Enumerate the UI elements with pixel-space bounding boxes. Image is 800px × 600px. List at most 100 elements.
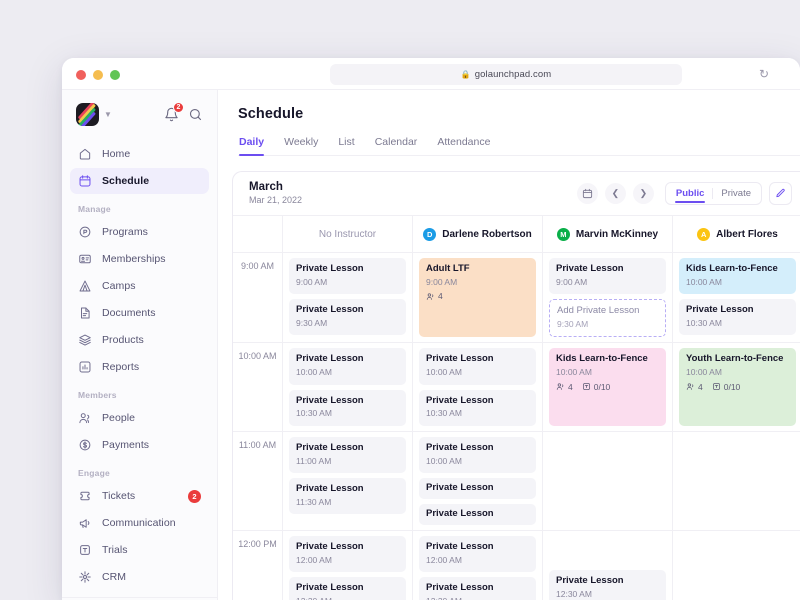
grid-cell[interactable]: Private Lesson 9:00 AM Add Private Lesson 9… bbox=[542, 253, 672, 343]
sidebar-item-schedule[interactable]: Schedule bbox=[70, 168, 209, 194]
event-card[interactable]: Private Lesson bbox=[419, 503, 536, 525]
sidebar-item-payments[interactable]: Payments bbox=[70, 432, 209, 458]
document-icon bbox=[78, 306, 92, 320]
grid-cell[interactable] bbox=[672, 431, 800, 530]
grid-column-header[interactable]: A Albert Flores bbox=[672, 216, 800, 252]
grid-corner-cell bbox=[233, 216, 282, 252]
event-title: Private Lesson bbox=[296, 540, 364, 552]
grid-cell[interactable]: Private Lesson 11:00 AM Private Lesson 11:3… bbox=[282, 431, 412, 530]
grid-cell[interactable]: Private Lesson 10:00 AM Private Lesson 10:3… bbox=[282, 343, 412, 431]
chevron-down-icon[interactable]: ▼ bbox=[104, 110, 112, 119]
notifications-icon[interactable]: 2 bbox=[164, 101, 184, 122]
add-lesson-placeholder[interactable]: Add Private Lesson 9:30 AM bbox=[549, 299, 666, 338]
calendar-icon[interactable] bbox=[576, 183, 598, 204]
segment-private[interactable]: Private bbox=[713, 183, 759, 204]
event-card[interactable]: Private Lesson 11:30 AM bbox=[289, 477, 406, 515]
event-card[interactable]: Private Lesson 10:00 AM bbox=[289, 348, 406, 385]
event-time: 10:30 AM bbox=[686, 318, 722, 329]
grid-cell[interactable]: Youth Learn-to-Fence 10:00 AM 4 0/10 bbox=[672, 343, 800, 431]
event-card[interactable]: Private Lesson 12:30 AM bbox=[549, 569, 666, 600]
event-time: 10:00 AM bbox=[686, 367, 722, 378]
time-label: 9:00 AM bbox=[240, 261, 275, 271]
grid-cell[interactable]: Private Lesson 10:00 AM Private Lesson Priv… bbox=[412, 431, 542, 530]
grid-column-header[interactable]: M Marvin McKinney bbox=[542, 216, 672, 252]
event-card[interactable]: Adult LTF 9:00 AM 4 bbox=[419, 258, 536, 338]
reload-icon[interactable]: ↻ bbox=[756, 66, 772, 82]
event-card[interactable]: Private Lesson 9:00 AM bbox=[289, 258, 406, 295]
grid-cell[interactable]: Private Lesson 12:00 AM Private Lesson 12:3… bbox=[412, 530, 542, 600]
search-icon[interactable] bbox=[188, 107, 203, 122]
sidebar-nav: Home Schedule Manage Programs Memberships Cam… bbox=[62, 138, 217, 600]
grid-cell[interactable] bbox=[672, 530, 800, 600]
event-card[interactable]: Private Lesson bbox=[419, 477, 536, 499]
tent-icon bbox=[78, 279, 92, 293]
event-title: Private Lesson bbox=[556, 263, 624, 274]
event-card[interactable]: Private Lesson 12:30 AM bbox=[419, 576, 536, 600]
event-title: Private Lesson bbox=[686, 304, 754, 316]
sidebar-item-documents[interactable]: Documents bbox=[70, 300, 209, 326]
minimize-window-button[interactable] bbox=[93, 70, 103, 80]
sidebar-item-label: Programs bbox=[102, 226, 148, 238]
sidebar-item-products[interactable]: Products bbox=[70, 327, 209, 353]
grid-cell[interactable] bbox=[542, 431, 672, 530]
event-title: Private Lesson bbox=[556, 574, 624, 586]
event-card[interactable]: Private Lesson 10:00 AM bbox=[419, 348, 536, 385]
tab-list[interactable]: List bbox=[338, 136, 354, 155]
sidebar-item-label: CRM bbox=[102, 571, 127, 583]
grid-column-header[interactable]: No Instructor bbox=[282, 216, 412, 252]
event-card[interactable]: Private Lesson 10:00 AM bbox=[419, 436, 536, 473]
event-card[interactable]: Private Lesson 12:00 AM bbox=[419, 535, 536, 572]
grid-cell[interactable]: Private Lesson 12:00 AM Private Lesson 12:3… bbox=[282, 530, 412, 600]
sidebar-item-programs[interactable]: Programs bbox=[70, 219, 209, 245]
grid-cell[interactable]: Private Lesson 12:30 AM bbox=[542, 530, 672, 600]
sidebar-item-home[interactable]: Home bbox=[70, 141, 209, 167]
notification-badge: 2 bbox=[173, 101, 184, 113]
event-card[interactable]: Private Lesson 10:30 AM bbox=[419, 389, 536, 426]
grid-cell[interactable]: Private Lesson 9:00 AM Private Lesson 9:30 … bbox=[282, 253, 412, 343]
tab-daily[interactable]: Daily bbox=[239, 136, 265, 156]
date-label: Mar 21, 2022 bbox=[249, 194, 303, 205]
event-card[interactable]: Kids Learn-to-Fence 10:00 AM 4 0/10 bbox=[549, 348, 666, 426]
sidebar-item-people[interactable]: People bbox=[70, 405, 209, 431]
sidebar-item-memberships[interactable]: Memberships bbox=[70, 246, 209, 272]
tab-attendance[interactable]: Attendance bbox=[437, 136, 490, 155]
grid-cell[interactable]: Private Lesson 10:00 AM Private Lesson 10:3… bbox=[412, 343, 542, 431]
address-bar[interactable]: 🔒 golaunchpad.com bbox=[330, 64, 682, 85]
sidebar-item-label: Payments bbox=[102, 439, 150, 451]
event-card[interactable]: Private Lesson 12:30 AM bbox=[289, 576, 406, 600]
event-title: Private Lesson bbox=[296, 353, 364, 365]
grid-column-header[interactable]: D Darlene Robertson bbox=[412, 216, 542, 252]
grid-cell[interactable]: Kids Learn-to-Fence 10:00 AM Private Lesso… bbox=[672, 253, 800, 343]
launchpad-logo[interactable] bbox=[76, 102, 99, 126]
sidebar-item-label: Schedule bbox=[102, 175, 150, 187]
sidebar-item-camps[interactable]: Camps bbox=[70, 273, 209, 299]
close-window-button[interactable] bbox=[76, 70, 86, 80]
sidebar-item-reports[interactable]: Reports bbox=[70, 354, 209, 380]
grid-cell[interactable]: Adult LTF 9:00 AM 4 bbox=[412, 253, 542, 343]
segment-public[interactable]: Public bbox=[668, 183, 713, 204]
event-card[interactable]: Private Lesson 11:00 AM bbox=[289, 436, 406, 473]
event-card[interactable]: Private Lesson 9:30 AM bbox=[289, 299, 406, 336]
sidebar-item-crm[interactable]: CRM bbox=[70, 564, 209, 590]
event-card[interactable]: Private Lesson 10:30 AM bbox=[679, 299, 796, 336]
tab-calendar[interactable]: Calendar bbox=[375, 136, 418, 155]
event-title: Private Lesson bbox=[296, 482, 364, 494]
maximize-window-button[interactable] bbox=[110, 70, 120, 80]
event-card[interactable]: Youth Learn-to-Fence 10:00 AM 4 0/10 bbox=[679, 348, 796, 426]
pencil-icon[interactable] bbox=[769, 182, 792, 205]
event-card[interactable]: Private Lesson 12:00 AM bbox=[289, 535, 406, 572]
event-title: Private Lesson bbox=[426, 507, 494, 519]
event-card[interactable]: Kids Learn-to-Fence 10:00 AM bbox=[679, 258, 796, 295]
event-title: Private Lesson bbox=[296, 394, 364, 406]
event-card[interactable]: Private Lesson 10:30 AM bbox=[289, 389, 406, 426]
chevron-right-icon[interactable]: ❯ bbox=[632, 183, 654, 204]
sidebar-item-communication[interactable]: Communication bbox=[70, 510, 209, 536]
event-card[interactable]: Private Lesson 9:00 AM bbox=[549, 258, 666, 295]
sidebar-item-trials[interactable]: Trials bbox=[70, 537, 209, 563]
grid-cell[interactable]: Kids Learn-to-Fence 10:00 AM 4 0/10 bbox=[542, 343, 672, 431]
tab-weekly[interactable]: Weekly bbox=[284, 136, 318, 155]
sidebar-item-tickets[interactable]: Tickets 2 bbox=[70, 483, 209, 509]
url-text: golaunchpad.com bbox=[474, 69, 552, 80]
event-time: 12:00 AM bbox=[296, 554, 332, 565]
chevron-left-icon[interactable]: ❮ bbox=[604, 183, 626, 204]
